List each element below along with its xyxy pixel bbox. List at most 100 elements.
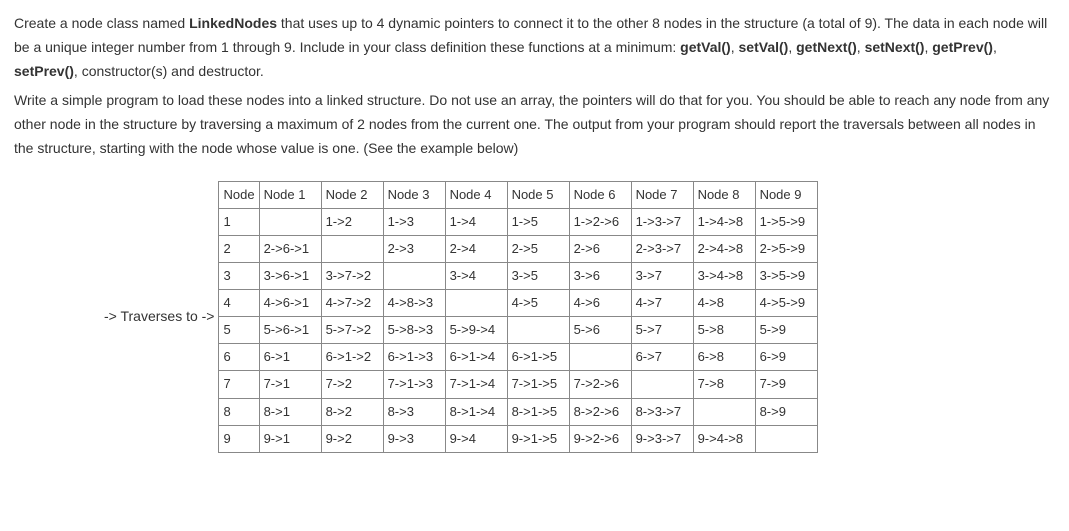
table-header-row: Node Node 1 Node 2 Node 3 Node 4 Node 5 … bbox=[219, 181, 817, 208]
cell bbox=[445, 290, 507, 317]
cell: 5->7->2 bbox=[321, 317, 383, 344]
cell: 7->1 bbox=[259, 371, 321, 398]
table-row: 5 5->6->1 5->7->2 5->8->3 5->9->4 5->6 5… bbox=[219, 317, 817, 344]
cell: 1->2 bbox=[321, 208, 383, 235]
cell: 9->4 bbox=[445, 425, 507, 452]
cell: 3->4 bbox=[445, 263, 507, 290]
table-row: 6 6->1 6->1->2 6->1->3 6->1->4 6->1->5 6… bbox=[219, 344, 817, 371]
header-cell: Node 3 bbox=[383, 181, 445, 208]
header-cell: Node 9 bbox=[755, 181, 817, 208]
cell: 1->3 bbox=[383, 208, 445, 235]
table-row: 2 2->6->1 2->3 2->4 2->5 2->6 2->3->7 2-… bbox=[219, 235, 817, 262]
cell: 9->2->6 bbox=[569, 425, 631, 452]
cell: 5->6 bbox=[569, 317, 631, 344]
text: , bbox=[993, 39, 997, 55]
cell: 8->9 bbox=[755, 398, 817, 425]
cell: 8->1->4 bbox=[445, 398, 507, 425]
func-getval: getVal() bbox=[680, 39, 731, 55]
cell bbox=[321, 235, 383, 262]
cell: 3 bbox=[219, 263, 259, 290]
traverses-label: -> Traverses to -> bbox=[104, 305, 218, 329]
cell: 4->8 bbox=[693, 290, 755, 317]
traversal-table: Node Node 1 Node 2 Node 3 Node 4 Node 5 … bbox=[218, 181, 817, 453]
cell: 7->1->4 bbox=[445, 371, 507, 398]
cell: 4 bbox=[219, 290, 259, 317]
cell: 2->4 bbox=[445, 235, 507, 262]
cell: 4->8->3 bbox=[383, 290, 445, 317]
cell bbox=[755, 425, 817, 452]
text: , bbox=[857, 39, 865, 55]
cell: 3->5->9 bbox=[755, 263, 817, 290]
cell: 3->6 bbox=[569, 263, 631, 290]
cell: 2->4->8 bbox=[693, 235, 755, 262]
cell bbox=[507, 317, 569, 344]
cell: 6->1->2 bbox=[321, 344, 383, 371]
cell: 7->2->6 bbox=[569, 371, 631, 398]
cell: 7->1->5 bbox=[507, 371, 569, 398]
func-setnext: setNext() bbox=[865, 39, 925, 55]
paragraph-2: Write a simple program to load these nod… bbox=[14, 89, 1055, 160]
cell: 8->1 bbox=[259, 398, 321, 425]
cell: 7->8 bbox=[693, 371, 755, 398]
cell: 6 bbox=[219, 344, 259, 371]
cell: 2->3 bbox=[383, 235, 445, 262]
cell: 6->1->4 bbox=[445, 344, 507, 371]
cell bbox=[383, 263, 445, 290]
cell: 9->2 bbox=[321, 425, 383, 452]
cell: 2->6 bbox=[569, 235, 631, 262]
cell: 7->1->3 bbox=[383, 371, 445, 398]
text: Create a node class named bbox=[14, 15, 189, 31]
cell: 6->1 bbox=[259, 344, 321, 371]
cell: 4->5->9 bbox=[755, 290, 817, 317]
cell bbox=[569, 344, 631, 371]
func-getnext: getNext() bbox=[796, 39, 857, 55]
header-cell: Node 1 bbox=[259, 181, 321, 208]
text: , bbox=[731, 39, 739, 55]
cell: 5 bbox=[219, 317, 259, 344]
cell: 6->9 bbox=[755, 344, 817, 371]
table-row: 7 7->1 7->2 7->1->3 7->1->4 7->1->5 7->2… bbox=[219, 371, 817, 398]
cell: 3->7->2 bbox=[321, 263, 383, 290]
cell: 6->1->5 bbox=[507, 344, 569, 371]
cell: 9 bbox=[219, 425, 259, 452]
header-cell: Node 8 bbox=[693, 181, 755, 208]
cell: 1->2->6 bbox=[569, 208, 631, 235]
text: , bbox=[788, 39, 796, 55]
header-cell: Node 2 bbox=[321, 181, 383, 208]
cell: 9->3->7 bbox=[631, 425, 693, 452]
cell: 1->5 bbox=[507, 208, 569, 235]
cell: 3->5 bbox=[507, 263, 569, 290]
cell: 4->5 bbox=[507, 290, 569, 317]
table-row: 8 8->1 8->2 8->3 8->1->4 8->1->5 8->2->6… bbox=[219, 398, 817, 425]
cell: 9->1 bbox=[259, 425, 321, 452]
func-setval: setVal() bbox=[739, 39, 789, 55]
text: , constructor(s) and destructor. bbox=[74, 63, 264, 79]
func-getprev: getPrev() bbox=[932, 39, 993, 55]
cell bbox=[693, 398, 755, 425]
cell: 3->4->8 bbox=[693, 263, 755, 290]
cell: 6->7 bbox=[631, 344, 693, 371]
table-row: 3 3->6->1 3->7->2 3->4 3->5 3->6 3->7 3-… bbox=[219, 263, 817, 290]
cell: 9->1->5 bbox=[507, 425, 569, 452]
cell: 5->8->3 bbox=[383, 317, 445, 344]
cell: 8 bbox=[219, 398, 259, 425]
cell: 1->4 bbox=[445, 208, 507, 235]
cell: 7->2 bbox=[321, 371, 383, 398]
cell: 3->7 bbox=[631, 263, 693, 290]
cell: 1 bbox=[219, 208, 259, 235]
cell: 3->6->1 bbox=[259, 263, 321, 290]
cell: 6->1->3 bbox=[383, 344, 445, 371]
cell: 4->7->2 bbox=[321, 290, 383, 317]
cell: 2->6->1 bbox=[259, 235, 321, 262]
table-row: 9 9->1 9->2 9->3 9->4 9->1->5 9->2->6 9-… bbox=[219, 425, 817, 452]
cell: 9->3 bbox=[383, 425, 445, 452]
cell: 2->5 bbox=[507, 235, 569, 262]
header-cell: Node 4 bbox=[445, 181, 507, 208]
cell: 4->7 bbox=[631, 290, 693, 317]
cell: 2->5->9 bbox=[755, 235, 817, 262]
cell: 6->8 bbox=[693, 344, 755, 371]
header-cell: Node 5 bbox=[507, 181, 569, 208]
cell: 7->9 bbox=[755, 371, 817, 398]
table-row: 4 4->6->1 4->7->2 4->8->3 4->5 4->6 4->7… bbox=[219, 290, 817, 317]
cell: 5->9->4 bbox=[445, 317, 507, 344]
